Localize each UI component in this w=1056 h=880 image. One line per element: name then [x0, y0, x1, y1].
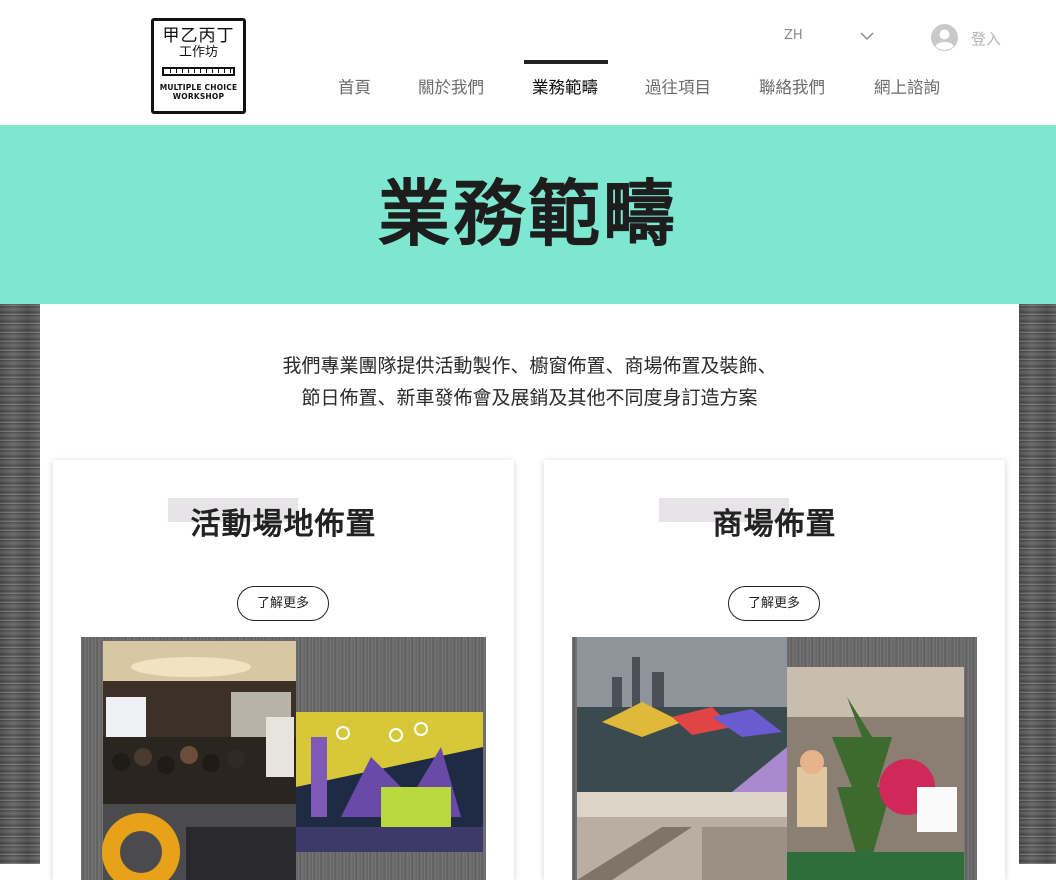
chevron-down-icon[interactable]: [860, 31, 874, 41]
logo-ruler-graphic: [162, 67, 235, 76]
nav-item-past-projects[interactable]: 過往項目: [645, 74, 711, 98]
site-logo[interactable]: 甲乙丙丁 工作坊 MULTIPLE CHOICE WORKSHOP: [151, 18, 246, 114]
background-texture-right: [1019, 304, 1056, 864]
intro-line-2: 節日佈置、新車發佈會及展銷及其他不同度身訂造方案: [301, 387, 758, 409]
logo-english-line2: WORKSHOP: [172, 92, 225, 101]
event-venue-photo-collage: [81, 637, 486, 880]
site-header: 甲乙丙丁 工作坊 MULTIPLE CHOICE WORKSHOP ZH 登入 …: [0, 0, 1056, 125]
logo-chinese-subtitle: 工作坊: [178, 45, 218, 60]
service-card-event-venue: 活動場地佈置 了解更多: [53, 460, 514, 880]
nav-item-contact[interactable]: 聯絡我們: [759, 74, 825, 98]
background-texture-left: [0, 304, 40, 864]
hero-banner: 業務範疇: [0, 125, 1056, 304]
nav-active-indicator: [524, 60, 608, 64]
logo-chinese-name: 甲乙丙丁: [162, 26, 235, 46]
mall-decoration-photo-collage: [572, 637, 977, 880]
intro-line-1: 我們專業團隊提供活動製作、櫥窗佈置、商場佈置及裝飾、: [282, 355, 777, 377]
logo-english-name: MULTIPLE CHOICE WORKSHOP: [154, 83, 243, 101]
page-title: 業務範疇: [377, 172, 678, 256]
card-title: 活動場地佈置: [190, 507, 377, 542]
language-selector[interactable]: ZH: [784, 28, 803, 43]
photo-collage-image: [577, 637, 964, 880]
photo-collage-image: [102, 641, 483, 880]
nav-item-home[interactable]: 首頁: [338, 74, 371, 98]
nav-item-about[interactable]: 關於我們: [418, 74, 484, 98]
nav-item-services[interactable]: 業務範疇: [532, 74, 598, 98]
intro-text: 我們專業團隊提供活動製作、櫥窗佈置、商場佈置及裝飾、 節日佈置、新車發佈會及展銷…: [40, 350, 1019, 414]
nav-item-online-enquiry[interactable]: 網上諮詢: [874, 74, 940, 98]
services-section: 我們專業團隊提供活動製作、櫥窗佈置、商場佈置及裝飾、 節日佈置、新車發佈會及展銷…: [40, 304, 1019, 880]
service-card-mall-decoration: 商場佈置 了解更多: [544, 460, 1005, 880]
user-avatar-icon[interactable]: [931, 24, 958, 51]
card-title: 商場佈置: [712, 507, 837, 542]
logo-english-line1: MULTIPLE CHOICE: [159, 83, 238, 92]
learn-more-button[interactable]: 了解更多: [728, 586, 820, 621]
learn-more-button[interactable]: 了解更多: [237, 586, 329, 621]
login-link[interactable]: 登入: [971, 28, 1001, 49]
